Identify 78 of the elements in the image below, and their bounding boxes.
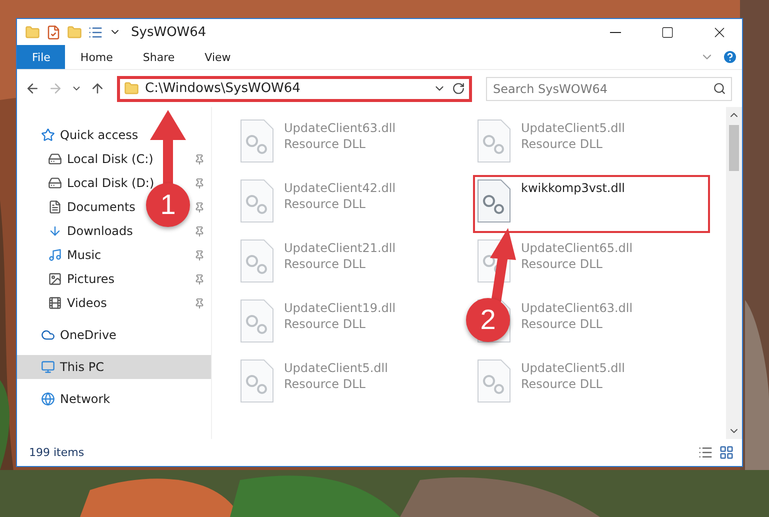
file-name: UpdateClient63.dll <box>284 121 396 135</box>
file-name: UpdateClient42.dll <box>284 181 396 195</box>
sidebar-item[interactable]: OneDrive <box>60 328 116 342</box>
properties-icon[interactable] <box>88 24 103 40</box>
file-item[interactable]: kwikkomp3vst.dll <box>473 175 710 233</box>
file-name: UpdateClient5.dll <box>521 121 625 135</box>
window-title: SysWOW64 <box>131 24 208 40</box>
picture-icon <box>48 272 62 286</box>
file-name: UpdateClient63.dll <box>521 301 633 315</box>
pin-icon[interactable] <box>194 154 205 164</box>
item-count: 199 items <box>29 446 84 459</box>
pin-icon[interactable] <box>194 274 205 284</box>
star-icon <box>41 128 55 142</box>
file-type: Resource DLL <box>521 377 602 391</box>
details-view-icon[interactable] <box>698 445 713 460</box>
forward-arrow-icon <box>48 81 63 96</box>
sidebar-item[interactable]: Quick access <box>60 128 138 142</box>
checklist-icon[interactable] <box>46 24 61 40</box>
file-name: UpdateClient19.dll <box>284 301 396 315</box>
ribbon-tab[interactable]: Home <box>65 45 128 69</box>
ribbon-tab[interactable]: View <box>190 45 246 69</box>
dll-file-icon <box>240 179 274 223</box>
download-icon <box>48 224 62 238</box>
scrollbar[interactable] <box>726 107 742 439</box>
folder-icon[interactable] <box>67 24 82 40</box>
drive-icon <box>48 152 62 166</box>
dll-file-icon <box>240 239 274 283</box>
dll-file-icon <box>240 119 274 163</box>
film-icon <box>48 296 62 310</box>
dll-file-icon <box>240 299 274 343</box>
sidebar-item[interactable]: Music <box>67 248 102 262</box>
file-type: Resource DLL <box>284 197 366 211</box>
sidebar-item[interactable]: Local Disk (C:) <box>67 152 154 166</box>
file-name: UpdateClient21.dll <box>284 241 396 255</box>
ribbon-tab[interactable]: Share <box>128 45 190 69</box>
pin-icon[interactable] <box>194 250 205 260</box>
file-type: Resource DLL <box>284 317 366 331</box>
search-icon <box>713 82 726 94</box>
file-name: kwikkomp3vst.dll <box>521 181 626 195</box>
dll-file-icon <box>477 179 511 223</box>
sidebar-item[interactable]: Pictures <box>67 272 115 286</box>
large-icons-view-icon[interactable] <box>719 445 734 460</box>
dll-file-icon <box>477 359 511 403</box>
refresh-icon[interactable] <box>452 82 465 95</box>
file-type: Resource DLL <box>521 257 602 271</box>
sidebar-item[interactable]: Documents <box>67 200 136 214</box>
file-type: Resource DLL <box>521 137 602 151</box>
help-icon[interactable] <box>722 49 738 65</box>
sidebar-item[interactable]: Videos <box>67 296 107 310</box>
document-icon <box>48 200 62 214</box>
sidebar-item[interactable]: Downloads <box>67 224 133 238</box>
file-type: Resource DLL <box>284 257 366 271</box>
pin-icon[interactable] <box>194 226 205 236</box>
search-field[interactable]: Search SysWOW64 <box>486 76 732 100</box>
file-name: UpdateClient5.dll <box>521 361 625 375</box>
globe-icon <box>41 392 55 406</box>
file-name: UpdateClient5.dll <box>284 361 388 375</box>
file-type: Resource DLL <box>521 317 602 331</box>
dll-file-icon <box>240 359 274 403</box>
pin-icon[interactable] <box>194 298 205 308</box>
address-bar[interactable]: C:\Windows\SysWOW64 <box>117 76 472 102</box>
monitor-icon <box>41 360 55 374</box>
scroll-thumb[interactable] <box>729 125 739 171</box>
sidebar-item[interactable]: Network <box>60 392 110 406</box>
file-type: Resource DLL <box>284 137 366 151</box>
ribbon-tab[interactable]: File <box>17 45 66 69</box>
folder-icon <box>124 81 139 96</box>
dll-file-icon <box>477 119 511 163</box>
drive-icon <box>48 176 62 190</box>
file-name: UpdateClient65.dll <box>521 241 633 255</box>
sidebar-item[interactable]: This PC <box>17 355 211 379</box>
pin-icon[interactable] <box>194 178 205 188</box>
music-note-icon <box>48 248 62 262</box>
pin-icon[interactable] <box>194 202 205 212</box>
folder-icon[interactable] <box>25 24 40 40</box>
file-type: Resource DLL <box>284 377 366 391</box>
maximize-icon <box>660 26 674 38</box>
cloud-icon <box>41 328 55 342</box>
